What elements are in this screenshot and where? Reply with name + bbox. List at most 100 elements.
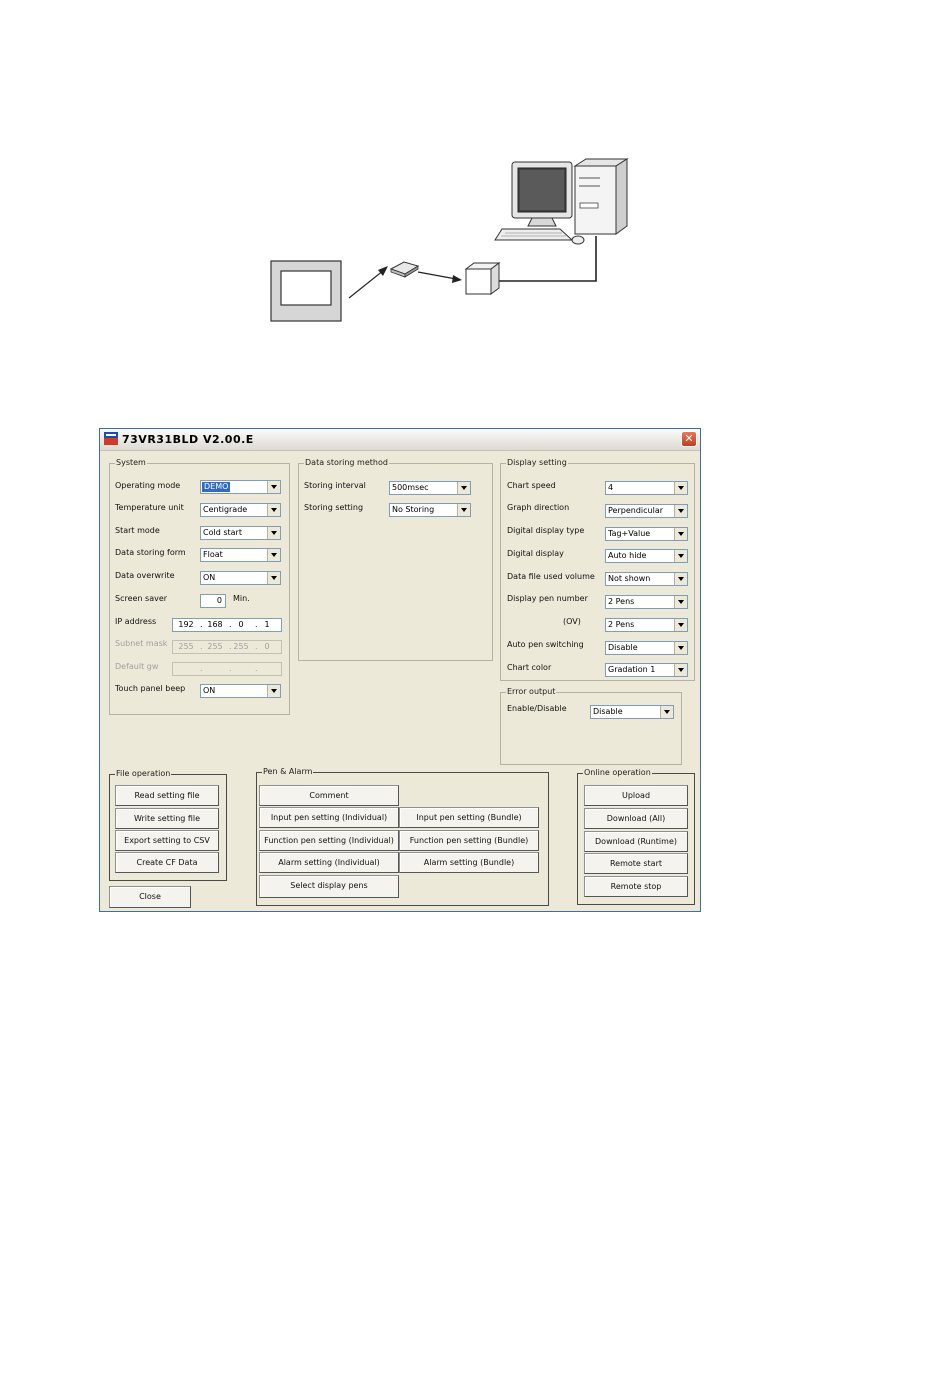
auto-pen-switching-select[interactable]: Disable — [605, 641, 688, 655]
screen-saver-unit: Min. — [233, 594, 250, 603]
start-mode-label: Start mode — [115, 526, 160, 535]
remote-stop-button[interactable]: Remote stop — [584, 876, 688, 897]
file-operation-group-title: File operation — [115, 768, 172, 780]
operating-mode-select[interactable]: DEMO — [200, 480, 281, 494]
function-pen-individual-button[interactable]: Function pen setting (Individual) — [259, 830, 399, 851]
data-overwrite-select[interactable]: ON — [200, 571, 281, 585]
error-output-group-title: Error output — [506, 686, 557, 698]
data-storing-form-select[interactable]: Float — [200, 548, 281, 562]
chart-speed-label: Chart speed — [507, 481, 556, 490]
digital-display-type-select[interactable]: Tag+Value — [605, 527, 688, 541]
chevron-down-icon[interactable] — [674, 573, 687, 585]
screen-saver-input[interactable]: 0 — [200, 594, 226, 608]
export-setting-csv-button[interactable]: Export setting to CSV — [115, 830, 219, 851]
chevron-down-icon[interactable] — [267, 504, 280, 516]
chevron-down-icon[interactable] — [674, 550, 687, 562]
subnet-octet-1: 255 — [178, 642, 194, 651]
start-mode-select[interactable]: Cold start — [200, 526, 281, 540]
ip-octet-3: 0 — [238, 620, 244, 629]
subnet-octet-4: 0 — [264, 642, 270, 651]
graph-direction-select[interactable]: Perpendicular — [605, 504, 688, 518]
chevron-down-icon[interactable] — [267, 572, 280, 584]
ip-octet-2: 168 — [207, 620, 223, 629]
cf-card-illustration — [389, 261, 420, 278]
storing-interval-select[interactable]: 500msec — [389, 481, 471, 495]
data-overwrite-label: Data overwrite — [115, 571, 175, 580]
ip-address-label: IP address — [115, 617, 157, 626]
chevron-down-icon[interactable] — [267, 549, 280, 561]
display-pen-number-label: Display pen number — [507, 594, 588, 603]
chart-speed-select[interactable]: 4 — [605, 481, 688, 495]
pc-illustration — [494, 158, 629, 245]
chevron-down-icon[interactable] — [674, 482, 687, 494]
chart-speed-value: 4 — [608, 483, 614, 492]
upload-button[interactable]: Upload — [584, 785, 688, 806]
chevron-down-icon[interactable] — [660, 706, 673, 718]
data-file-used-volume-value: Not shown — [608, 574, 651, 583]
storing-interval-value: 500msec — [392, 483, 429, 492]
chevron-down-icon[interactable] — [674, 664, 687, 676]
title-bar[interactable]: 73VR31BLD V2.00.E ✕ — [100, 429, 700, 451]
storing-setting-select[interactable]: No Storing — [389, 503, 471, 517]
chevron-down-icon[interactable] — [457, 504, 470, 516]
window-close-button[interactable]: ✕ — [681, 431, 697, 447]
download-all-button[interactable]: Download (All) — [584, 808, 688, 829]
chart-color-label: Chart color — [507, 663, 552, 672]
chevron-down-icon[interactable] — [267, 685, 280, 697]
touch-panel-beep-label: Touch panel beep — [115, 684, 186, 693]
input-pen-bundle-button[interactable]: Input pen setting (Bundle) — [399, 807, 539, 828]
digital-display-select[interactable]: Auto hide — [605, 549, 688, 563]
digital-display-type-label: Digital display type — [507, 526, 585, 535]
alarm-bundle-button[interactable]: Alarm setting (Bundle) — [399, 852, 539, 873]
data-file-used-volume-label: Data file used volume — [507, 572, 595, 581]
ip-dot: . — [200, 620, 203, 629]
operating-mode-label: Operating mode — [115, 481, 181, 490]
display-pen-number-select[interactable]: 2 Pens — [605, 595, 688, 609]
window-title: 73VR31BLD V2.00.E — [122, 433, 254, 446]
chevron-down-icon[interactable] — [674, 619, 687, 631]
chevron-down-icon[interactable] — [674, 528, 687, 540]
close-icon: ✕ — [684, 432, 694, 445]
error-output-value: Disable — [593, 707, 623, 716]
subnet-mask-input: 255 . 255 . 255 . 0 — [172, 640, 282, 654]
storing-interval-label: Storing interval — [304, 481, 366, 490]
touch-panel-beep-select[interactable]: ON — [200, 684, 281, 698]
ip-dot: . — [255, 664, 258, 673]
remote-start-button[interactable]: Remote start — [584, 853, 688, 874]
ov-pen-number-select[interactable]: 2 Pens — [605, 618, 688, 632]
chevron-down-icon[interactable] — [674, 505, 687, 517]
error-output-select[interactable]: Disable — [590, 705, 674, 719]
chevron-down-icon[interactable] — [674, 596, 687, 608]
start-mode-value: Cold start — [203, 528, 242, 537]
write-setting-file-button[interactable]: Write setting file — [115, 808, 219, 829]
close-button[interactable]: Close — [109, 886, 191, 908]
input-pen-individual-button[interactable]: Input pen setting (Individual) — [259, 807, 399, 828]
ip-dot: . — [229, 664, 232, 673]
create-cf-data-button[interactable]: Create CF Data — [115, 852, 219, 873]
temperature-unit-select[interactable]: Centigrade — [200, 503, 281, 517]
alarm-individual-button[interactable]: Alarm setting (Individual) — [259, 852, 399, 873]
chevron-down-icon[interactable] — [267, 481, 280, 493]
chart-color-select[interactable]: Gradation 1 — [605, 663, 688, 677]
arrow-to-cf-card — [348, 266, 388, 299]
select-display-pens-button[interactable]: Select display pens — [259, 875, 399, 898]
comment-button[interactable]: Comment — [259, 785, 399, 806]
digital-display-value: Auto hide — [608, 551, 647, 560]
read-setting-file-button[interactable]: Read setting file — [115, 785, 219, 806]
default-gw-label: Default gw — [115, 662, 159, 671]
storing-setting-value: No Storing — [392, 505, 435, 514]
card-reader-illustration — [464, 262, 501, 295]
system-group: System — [109, 457, 290, 715]
chevron-down-icon[interactable] — [674, 642, 687, 654]
function-pen-bundle-button[interactable]: Function pen setting (Bundle) — [399, 830, 539, 851]
download-runtime-button[interactable]: Download (Runtime) — [584, 831, 688, 852]
screen-saver-value: 0 — [216, 596, 222, 605]
chevron-down-icon[interactable] — [267, 527, 280, 539]
data-file-used-volume-select[interactable]: Not shown — [605, 572, 688, 586]
storing-setting-label: Storing setting — [304, 503, 364, 512]
app-icon — [104, 432, 118, 445]
arrow-to-card-reader — [417, 271, 462, 283]
ip-address-input[interactable]: 192 . 168 . 0 . 1 — [172, 618, 282, 632]
data-storing-group-title: Data storing method — [304, 457, 389, 469]
chevron-down-icon[interactable] — [457, 482, 470, 494]
